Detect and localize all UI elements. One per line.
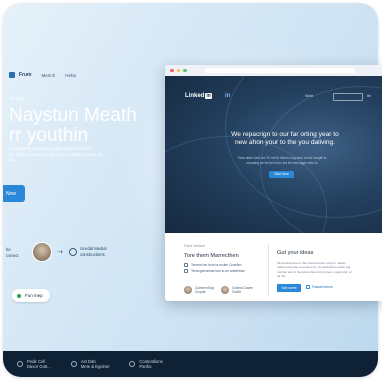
section-divider — [268, 244, 269, 296]
arrow-right-icon: ⇢ — [57, 249, 63, 256]
hero-headline: Naystun Meath rr youthin — [9, 105, 137, 146]
mockup-search-input[interactable] — [333, 93, 363, 101]
hero-cta-button[interactable]: Now — [3, 185, 25, 202]
circle-icon — [17, 361, 23, 367]
right-panel-button[interactable]: Sart name — [277, 284, 301, 292]
flow-right-label: Ucedal Medial constructions — [80, 246, 107, 257]
mockup-nav: Linked in in Vurle Ile — [185, 92, 375, 102]
close-dot-icon — [170, 68, 174, 73]
flow-left-label: he conect — [6, 247, 19, 258]
footer-item-label: Ast Dab Mete & Egelnet — [80, 359, 110, 369]
link-box-icon — [306, 285, 310, 289]
status-dot-icon — [17, 293, 21, 298]
fun-map-pill-button[interactable]: Fun mep — [12, 289, 50, 302]
checklist-label: Tenecgernamas tool to un andetrtiad — [191, 269, 245, 273]
footer-item-label: Pedir Cell Davor Gott... — [27, 359, 51, 369]
footer-item[interactable]: Pedir Cell Davor Gott... — [17, 359, 51, 369]
nav-item-hehp[interactable]: Hehp — [65, 73, 76, 78]
maximize-dot-icon — [183, 68, 187, 73]
mockup-subtext: Tene aborr hert mo Th hel to dhe to ung … — [237, 156, 327, 165]
mockup-cta-button[interactable]: Start Now — [269, 171, 294, 178]
checkbox-icon — [184, 269, 188, 273]
person-card[interactable]: Crotest Caven Craifit — [221, 286, 253, 294]
connection-flow: he conect ⇢ Ucedal Medial constructions — [3, 241, 123, 271]
avatar — [184, 286, 192, 294]
lower-section-title: Tore them Marrecthen — [184, 253, 239, 259]
avatar — [32, 242, 52, 262]
person-card[interactable]: Coirnem Buy Croyde — [184, 286, 214, 294]
nav-item-mertch[interactable]: Mertch — [42, 73, 56, 78]
pill-label: Fun mep — [25, 293, 43, 298]
checklist-item: Tennes her hum ta exuler Cnaelen — [184, 263, 274, 267]
lower-section-label: Fane mertlon — [184, 244, 206, 248]
mockup-hero: Linked in in Vurle Ile — [165, 76, 382, 233]
top-nav: Frum Mertch Hehp — [9, 69, 76, 81]
right-panel-body: Tansosiunt ane in ther bound soum soup i… — [277, 261, 352, 278]
network-icon — [69, 248, 77, 256]
url-bar[interactable] — [205, 68, 355, 73]
brand-name[interactable]: Frum — [19, 72, 32, 78]
footer-item[interactable]: Contentlinns Panho — [129, 359, 163, 369]
mockup-logo-text: Linked — [185, 93, 205, 99]
in-badge-icon: in — [225, 93, 231, 99]
hero-eyebrow: wheel — [9, 96, 24, 102]
circle-icon — [129, 361, 136, 367]
mockup-logo-box: in — [205, 93, 212, 99]
checklist-item: Tenecgernamas tool to un andetrtiad — [184, 269, 274, 273]
right-panel-title: Gut your ideas — [277, 250, 314, 256]
person-name: Crotest Caven Craifit — [232, 286, 254, 294]
mockup-logo[interactable]: Linked in — [185, 93, 212, 99]
mockup-nav-link[interactable]: Vurle — [305, 94, 313, 98]
footer-item-label: Contentlinns Panho — [139, 359, 163, 369]
right-panel-link[interactable]: Fassanl tufors — [306, 285, 333, 289]
footer-item[interactable]: Ast Dab Mete & Egelnet — [70, 359, 110, 369]
browser-chrome — [165, 65, 382, 76]
checklist-label: Tennes her hum ta exuler Cnaelen — [191, 263, 242, 267]
avatar — [221, 286, 229, 294]
right-link-label: Fassanl tufors — [312, 285, 333, 289]
footer-bar: Pedir Cell Davor Gott... Ast Dab Mete & … — [3, 351, 378, 377]
hero-subtext: us sitngs to sounting to yapp and on ine… — [9, 146, 102, 163]
person-name: Coirnem Buy Croyde — [195, 286, 215, 294]
checkbox-icon — [184, 263, 188, 267]
minimize-dot-icon — [176, 68, 180, 73]
mockup-headline: We repacrign to our far orting year to n… — [231, 131, 339, 146]
mockup-nav-link[interactable]: Ile — [367, 94, 371, 98]
circle-icon — [70, 361, 77, 367]
logo-icon — [9, 72, 15, 78]
